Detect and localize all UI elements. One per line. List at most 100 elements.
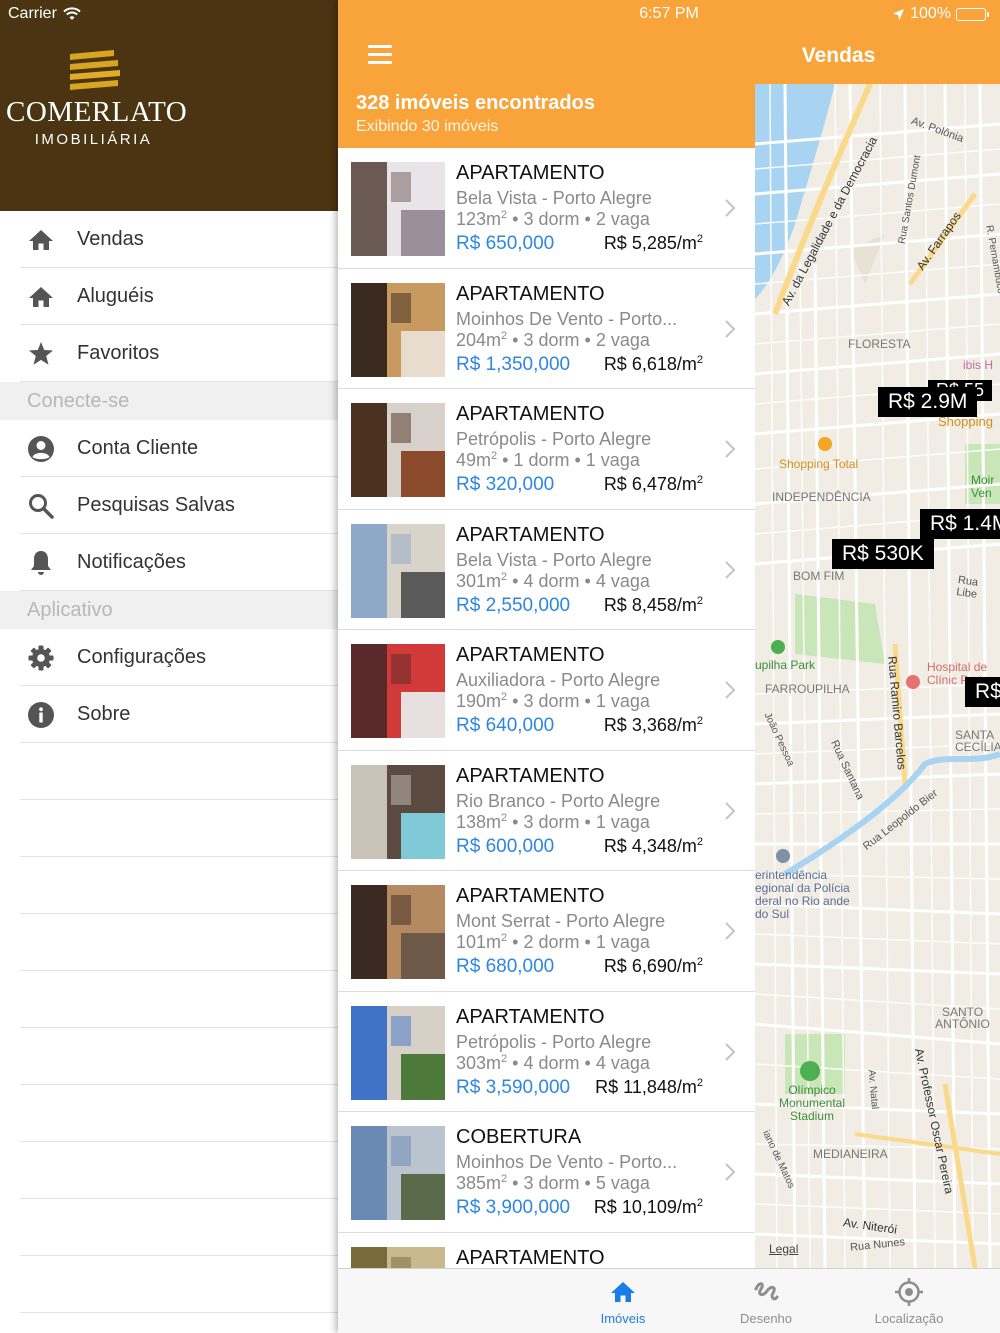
menu-toggle-button[interactable] bbox=[368, 45, 392, 64]
map-label-medianeira: MEDIANEIRA bbox=[813, 1147, 888, 1161]
listing-price: R$ 600,000 bbox=[456, 835, 555, 857]
listing-ppm-value: R$ 11,848/m bbox=[595, 1076, 697, 1097]
listing-price: R$ 320,000 bbox=[456, 474, 555, 495]
map-label-shopping-total: Shopping Total bbox=[779, 457, 859, 471]
tab-localizacao[interactable]: Localização bbox=[849, 1277, 969, 1326]
listing-row[interactable]: APARTAMENTO Auxiliadora - Porto Alegre 190… bbox=[338, 630, 755, 751]
results-count: 328 imóveis encontrados bbox=[356, 92, 595, 114]
section-header-app: Aplicativo bbox=[0, 591, 338, 629]
listing-area: 101m bbox=[456, 932, 502, 952]
listing-bedrooms: 2 dorm bbox=[523, 932, 580, 952]
map-label-olimpico: Olímpico Monumental Stadium bbox=[778, 1083, 846, 1123]
map-label-independencia: INDEPENDÊNCIA bbox=[772, 490, 871, 504]
menu-item-conta-cliente[interactable]: Conta Cliente bbox=[0, 420, 338, 477]
listing-specs: 190m2 • 3 dorm • 1 vaga bbox=[456, 691, 650, 711]
listing-type: APARTAMENTO bbox=[456, 403, 605, 425]
chevron-right-icon bbox=[725, 319, 736, 338]
listing-type: APARTAMENTO bbox=[456, 764, 605, 787]
listing-type: APARTAMENTO bbox=[456, 523, 605, 546]
listing-photo bbox=[351, 1246, 445, 1268]
listing-area: 301m bbox=[456, 570, 502, 591]
menu-item-pesquisas-salvas[interactable]: Pesquisas Salvas bbox=[0, 477, 338, 534]
menu-list: Vendas Aluguéis Favoritos Conecte-se Con… bbox=[0, 211, 338, 1313]
chevron-right-icon bbox=[725, 681, 736, 699]
sidebar-header: Carrier COMERLATO IMOBILIÁRIA bbox=[0, 0, 338, 211]
chevron-right-icon bbox=[725, 560, 736, 579]
listing-price: R$ 640,000 bbox=[456, 715, 555, 736]
listing-location: Moinhos De Vento - Porto... bbox=[456, 308, 678, 329]
listing-ppm-value: R$ 4,348/m bbox=[603, 835, 697, 856]
map-price-tag[interactable]: R$ 2.9M bbox=[878, 387, 978, 417]
listing-bedrooms: 3 dorm bbox=[523, 209, 580, 229]
tab-desenho[interactable]: Desenho bbox=[706, 1277, 826, 1326]
listing-area: 303m bbox=[456, 1052, 502, 1073]
results-showing: Exibindo 30 imóveis bbox=[356, 118, 499, 135]
menu-empty-row bbox=[0, 914, 338, 971]
menu-empty-row bbox=[0, 971, 338, 1028]
listing-price-per-m2: R$ 6,478/m2 bbox=[603, 474, 703, 494]
map-label-farroupilha: FARROUPILHA bbox=[765, 682, 850, 696]
tab-imoveis[interactable]: Imóveis bbox=[563, 1277, 683, 1326]
listing-price: R$ 680,000 bbox=[456, 956, 555, 977]
listing-ppm-value: R$ 3,368/m bbox=[603, 715, 697, 735]
menu-empty-row bbox=[0, 1142, 338, 1199]
menu-item-vendas[interactable]: Vendas bbox=[0, 211, 338, 268]
listing-row[interactable]: APARTAMENTO Mont Serrat - Porto Alegre 101… bbox=[338, 871, 755, 992]
star-icon bbox=[27, 340, 55, 368]
listing-row[interactable]: APARTAMENTO bbox=[338, 1233, 755, 1268]
listing-area: 385m bbox=[456, 1173, 502, 1193]
menu-empty-row bbox=[0, 1199, 338, 1256]
listing-area: 138m bbox=[456, 811, 502, 832]
listing-photo bbox=[351, 1126, 445, 1220]
listing-row[interactable]: APARTAMENTO Petrópolis - Porto Alegre 49m2… bbox=[338, 389, 755, 510]
listing-photo bbox=[351, 644, 445, 738]
listing-photo bbox=[351, 523, 445, 618]
listing-location: Moinhos De Vento - Porto... bbox=[456, 1152, 678, 1172]
listing-type: APARTAMENTO bbox=[456, 885, 605, 907]
listing-location: Petrópolis - Porto Alegre bbox=[456, 1031, 652, 1052]
listing-row[interactable]: APARTAMENTO Bela Vista - Porto Alegre 123m… bbox=[338, 148, 755, 269]
listing-row[interactable]: APARTAMENTO Moinhos De Vento - Porto... 20… bbox=[338, 269, 755, 390]
listing-specs: 204m2 • 3 dorm • 2 vaga bbox=[456, 329, 650, 350]
map-view[interactable]: Av. Polônia Av. da Legalidade e da Democ… bbox=[755, 84, 1000, 1268]
listing-area: 204m bbox=[456, 329, 502, 350]
map-label-floresta: FLORESTA bbox=[848, 337, 911, 351]
info-icon bbox=[27, 701, 55, 729]
chevron-right-icon bbox=[725, 199, 736, 217]
chevron-right-icon bbox=[725, 922, 736, 940]
menu-item-notificacoes[interactable]: Notificações bbox=[0, 534, 338, 591]
map-label-farroupilha-park: upilha Park bbox=[755, 658, 816, 672]
menu-item-alugueis[interactable]: Aluguéis bbox=[0, 268, 338, 325]
menu-item-sobre[interactable]: Sobre bbox=[0, 686, 338, 743]
listing-row[interactable]: APARTAMENTO Rio Branco - Porto Alegre 138m… bbox=[338, 751, 755, 872]
tab-bar: Imóveis Desenho Localização bbox=[338, 1268, 1000, 1333]
listing-ppm-value: R$ 6,690/m bbox=[603, 956, 697, 976]
chevron-right-icon bbox=[725, 801, 736, 820]
bell-icon bbox=[27, 549, 55, 577]
listing-price-per-m2: R$ 4,348/m2 bbox=[603, 835, 703, 856]
map-price-tag[interactable]: R$ 1.4M bbox=[920, 509, 1000, 539]
map-legal-link[interactable]: Legal bbox=[769, 1242, 798, 1256]
chevron-right-icon bbox=[725, 440, 736, 458]
menu-empty-row bbox=[0, 1028, 338, 1085]
home-icon bbox=[563, 1277, 683, 1307]
map-price-tag[interactable]: R$ 530K bbox=[832, 539, 934, 569]
brand-name: COMERLATO bbox=[6, 96, 188, 128]
listing-bedrooms: 3 dorm bbox=[523, 329, 580, 350]
listing-parking: 1 vaga bbox=[595, 691, 650, 711]
listing-price: R$ 2,550,000 bbox=[456, 594, 571, 616]
map-price-tag[interactable]: R$ bbox=[965, 677, 1000, 707]
menu-item-configuracoes[interactable]: Configurações bbox=[0, 629, 338, 686]
listing-photo bbox=[351, 885, 445, 979]
listing-photo bbox=[351, 1005, 445, 1100]
page-title: Vendas bbox=[801, 44, 876, 67]
listing-list[interactable]: APARTAMENTO Bela Vista - Porto Alegre 123m… bbox=[338, 148, 755, 1268]
listing-bedrooms: 3 dorm bbox=[523, 811, 580, 832]
listing-row[interactable]: APARTAMENTO Bela Vista - Porto Alegre 301m… bbox=[338, 510, 755, 631]
home-icon bbox=[27, 226, 55, 254]
listing-row[interactable]: COBERTURA Moinhos De Vento - Porto... 385m… bbox=[338, 1112, 755, 1233]
location-arrow-icon bbox=[893, 8, 905, 20]
menu-item-favoritos[interactable]: Favoritos bbox=[0, 325, 338, 382]
menu-label: Favoritos bbox=[77, 342, 160, 364]
listing-row[interactable]: APARTAMENTO Petrópolis - Porto Alegre 303m… bbox=[338, 992, 755, 1113]
